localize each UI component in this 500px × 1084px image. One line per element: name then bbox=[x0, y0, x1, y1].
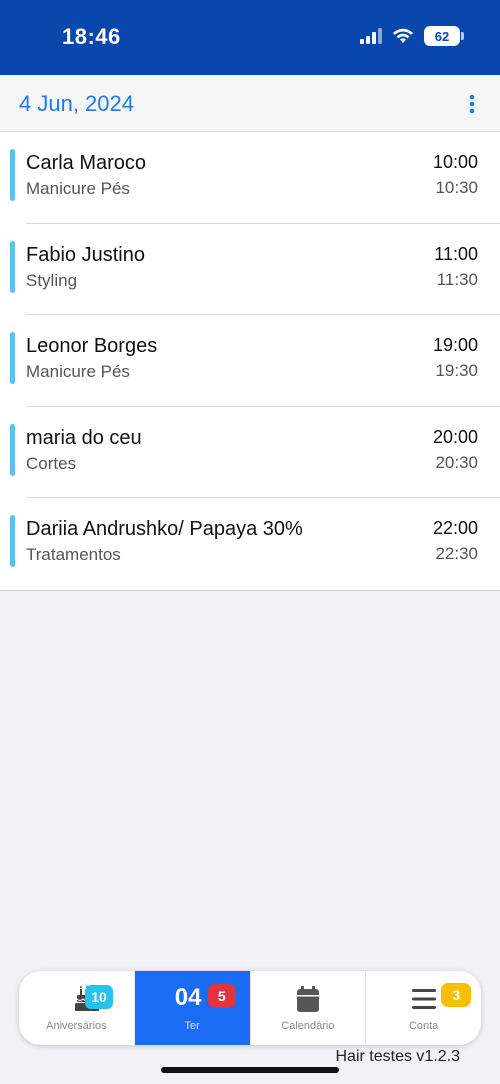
end-time: 11:30 bbox=[436, 269, 478, 289]
appointment-row[interactable]: Carla Maroco Manicure Pés 10:00 10:30 bbox=[0, 132, 500, 224]
appointment-row[interactable]: Leonor Borges Manicure Pés 19:00 19:30 bbox=[0, 315, 500, 407]
end-time: 22:30 bbox=[435, 544, 478, 563]
start-time: 20:00 bbox=[432, 426, 478, 447]
appointment-list: Carla Maroco Manicure Pés 10:00 10:30 Fa… bbox=[0, 132, 500, 591]
tab-account-label: Conta bbox=[408, 1020, 439, 1032]
service-name: Tratamentos bbox=[26, 545, 121, 564]
home-indicator bbox=[161, 1067, 339, 1073]
appointment-marker bbox=[10, 515, 15, 567]
end-time: 20:30 bbox=[435, 452, 478, 472]
start-time: 19:00 bbox=[432, 335, 478, 355]
tab-calendar-label: Calendário bbox=[281, 1020, 335, 1032]
birthdays-badge: 10 bbox=[85, 985, 113, 1009]
date-title[interactable]: 4 Jun, 2024 bbox=[19, 91, 134, 117]
status-icons: 62 bbox=[360, 26, 464, 46]
service-name: Manicure Pés bbox=[26, 362, 130, 381]
calendar-icon bbox=[296, 986, 319, 1012]
client-name: Leonor Borges bbox=[26, 335, 158, 357]
end-time: 19:30 bbox=[435, 361, 478, 380]
tab-birthdays-label: Aniversários bbox=[46, 1020, 107, 1032]
appointment-marker bbox=[10, 240, 15, 293]
tab-birthdays[interactable]: 10 Aniversários bbox=[19, 971, 135, 1045]
appointment-row[interactable]: Fabio Justino Styling 11:00 11:30 bbox=[0, 224, 500, 316]
status-bar: 18:46 62 bbox=[0, 0, 500, 75]
appointment-marker bbox=[10, 149, 15, 201]
more-options-button[interactable] bbox=[462, 89, 482, 119]
tab-account[interactable]: 3 Conta bbox=[366, 971, 481, 1045]
appointment-row[interactable]: Dariia Andrushko/ Papaya 30% Tratamentos… bbox=[0, 498, 500, 590]
status-time: 18:46 bbox=[62, 24, 121, 49]
service-name: Cortes bbox=[26, 453, 77, 473]
account-badge: 3 bbox=[441, 983, 472, 1007]
appointment-row[interactable]: maria do ceu Cortes 20:00 20:30 bbox=[0, 407, 500, 499]
tab-today[interactable]: 04 5 Ter bbox=[134, 971, 251, 1045]
start-time: 22:00 bbox=[432, 518, 478, 538]
client-name: maria do ceu bbox=[26, 426, 142, 449]
menu-icon bbox=[412, 989, 437, 1009]
battery-indicator: 62 bbox=[424, 26, 464, 46]
service-name: Styling bbox=[26, 270, 78, 290]
tab-calendar[interactable]: Calendário bbox=[251, 971, 367, 1045]
start-time: 10:00 bbox=[432, 152, 478, 172]
client-name: Carla Maroco bbox=[26, 152, 147, 174]
end-time: 10:30 bbox=[435, 178, 478, 197]
date-header: 4 Jun, 2024 bbox=[0, 75, 500, 132]
appointment-marker bbox=[10, 423, 15, 476]
client-name: Fabio Justino bbox=[26, 243, 145, 266]
app-version: Hair testes v1.2.3 bbox=[335, 1048, 461, 1065]
tab-bar: 10 Aniversários 04 5 Ter Calendário 3 Co… bbox=[19, 971, 481, 1045]
more-vertical-icon bbox=[469, 94, 475, 114]
client-name: Dariia Andrushko/ Papaya 30% bbox=[26, 518, 303, 540]
tab-today-label: Ter bbox=[184, 1020, 200, 1032]
appointment-marker bbox=[10, 332, 15, 384]
wifi-icon bbox=[393, 28, 413, 43]
today-badge: 5 bbox=[207, 984, 236, 1008]
day-number: 04 bbox=[174, 984, 202, 1011]
signal-icon bbox=[360, 28, 382, 44]
start-time: 11:00 bbox=[434, 243, 478, 264]
service-name: Manicure Pés bbox=[26, 179, 130, 198]
